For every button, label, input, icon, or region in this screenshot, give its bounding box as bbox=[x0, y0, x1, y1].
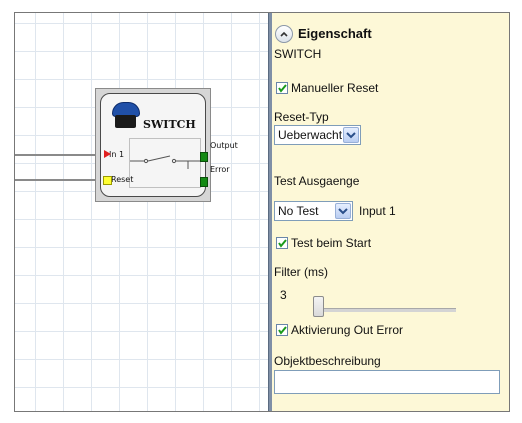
filter-slider-track[interactable] bbox=[320, 308, 456, 312]
output-port-icon[interactable] bbox=[200, 152, 208, 162]
reset-label: Reset bbox=[111, 175, 134, 184]
chevron-down-icon bbox=[346, 132, 356, 139]
checkmark-icon bbox=[278, 326, 287, 335]
switch-block[interactable]: SWITCH In 1 Reset bbox=[95, 88, 211, 202]
input-1-label: In 1 bbox=[109, 150, 125, 159]
contact-area bbox=[129, 138, 201, 188]
chevron-down-icon bbox=[338, 208, 348, 215]
checkmark-icon bbox=[278, 84, 287, 93]
input-wire-1[interactable] bbox=[15, 154, 103, 156]
chevron-up-icon bbox=[280, 31, 288, 37]
test-outputs-dropdown-button[interactable] bbox=[335, 203, 351, 219]
panel-header: Eigenschaft bbox=[298, 26, 372, 41]
filter-slider-thumb[interactable] bbox=[313, 296, 324, 317]
push-button-base-icon bbox=[115, 115, 136, 128]
object-description-label: Objektbeschreibung bbox=[274, 354, 381, 368]
object-description-input[interactable] bbox=[274, 370, 500, 394]
editor-frame: SWITCH In 1 Reset Output Error Eigenscha… bbox=[14, 12, 510, 412]
collapse-button[interactable] bbox=[275, 25, 293, 43]
panel-subheader: SWITCH bbox=[274, 47, 322, 61]
reset-type-value: Ueberwacht bbox=[278, 128, 343, 142]
activate-out-error-checkbox[interactable] bbox=[276, 324, 288, 336]
activate-out-error-label: Aktivierung Out Error bbox=[291, 323, 404, 337]
manual-reset-checkbox[interactable] bbox=[276, 82, 288, 94]
reset-type-select[interactable]: Ueberwacht bbox=[274, 125, 361, 145]
test-outputs-select[interactable]: No Test bbox=[274, 201, 353, 221]
filter-label: Filter (ms) bbox=[274, 265, 328, 279]
reset-type-dropdown-button[interactable] bbox=[343, 127, 359, 143]
switch-contact-icon bbox=[130, 155, 200, 169]
reset-wire[interactable] bbox=[15, 179, 103, 181]
error-label: Error bbox=[210, 165, 230, 174]
filter-value: 3 bbox=[280, 288, 287, 302]
switch-block-body: SWITCH In 1 Reset bbox=[100, 93, 206, 197]
reset-port-icon[interactable] bbox=[103, 176, 112, 185]
test-outputs-suffix: Input 1 bbox=[359, 204, 396, 218]
output-label: Output bbox=[210, 141, 238, 150]
test-on-start-checkbox[interactable] bbox=[276, 237, 288, 249]
properties-panel: Eigenschaft SWITCH Manueller Reset Reset… bbox=[272, 13, 509, 411]
reset-type-label: Reset-Typ bbox=[274, 110, 329, 124]
test-outputs-value: No Test bbox=[278, 204, 319, 218]
error-port-icon[interactable] bbox=[200, 177, 208, 187]
input-1-port-icon[interactable] bbox=[104, 150, 111, 158]
test-on-start-label: Test beim Start bbox=[291, 236, 372, 250]
logic-canvas[interactable]: SWITCH In 1 Reset Output Error bbox=[15, 13, 268, 411]
block-title: SWITCH bbox=[143, 118, 196, 131]
checkmark-icon bbox=[278, 239, 287, 248]
manual-reset-label: Manueller Reset bbox=[291, 81, 379, 95]
test-outputs-label: Test Ausgaenge bbox=[274, 174, 360, 188]
